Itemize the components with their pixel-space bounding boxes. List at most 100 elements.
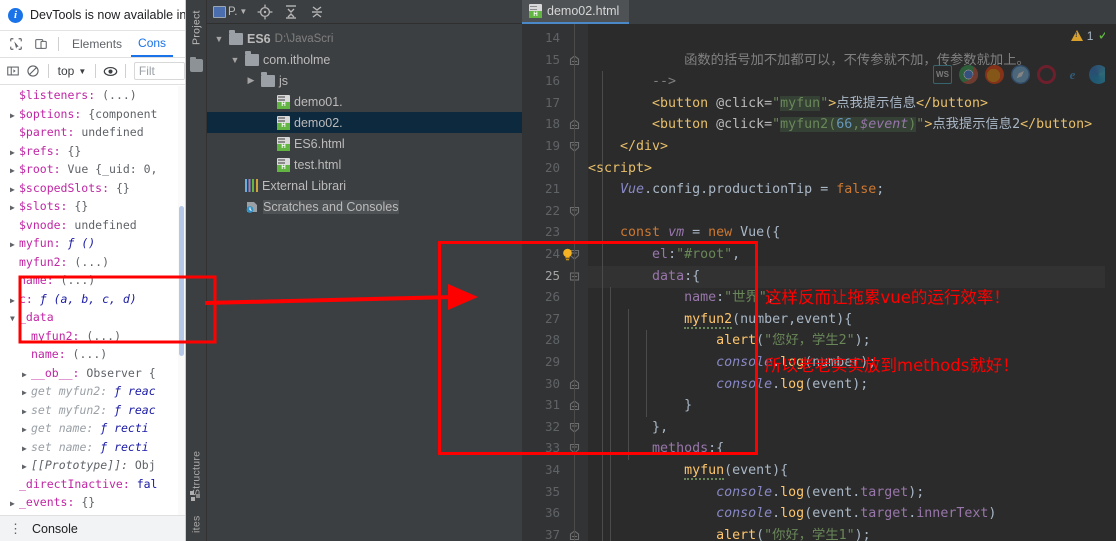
code-line[interactable]: <button @click="myfun2(66,$event)">点我提示信… [588,114,1092,136]
project-tree-node[interactable]: ▼ ES6 D:\JavaScri [207,28,522,49]
project-tree-node[interactable]: demo01. [207,91,522,112]
chevron-right-icon[interactable]: ▶ [245,75,257,86]
code-line[interactable]: methods:{ [588,438,724,460]
code-line[interactable]: </div> [588,136,668,158]
collapsed-arrow-icon[interactable]: ▶ [10,236,19,255]
console-property-row[interactable]: ▶ $root: Vue {_uid: 0, [0,160,185,179]
project-tree-node[interactable]: test.html [207,154,522,175]
project-view-selector[interactable]: P. ▼ [213,5,247,18]
live-expression-icon[interactable] [101,61,120,82]
console-property-row[interactable]: ▶ $options: {component [0,105,185,124]
project-tree-node[interactable]: Scratches and Consoles [207,196,522,217]
code-line[interactable]: } [588,395,692,417]
code-line[interactable]: <script> [588,158,652,180]
project-tree-node[interactable]: demo02. [207,112,522,133]
console-property-row[interactable]: ▶ $refs: {} [0,142,185,161]
html-file-icon [277,115,290,130]
tool-window-project[interactable]: Project [186,2,207,54]
console-property-row[interactable]: ▶ get myfun2: ƒ reac [0,382,185,401]
code-line[interactable]: myfun(event){ [588,460,788,482]
code-line[interactable]: }, [588,417,668,439]
code-line[interactable]: alert("你好，学生1"); [588,525,871,541]
execution-context-selector[interactable]: top ▼ [54,64,91,78]
drawer-tab-console[interactable]: Console [32,522,78,536]
console-property-row[interactable]: ▶ get name: ƒ recti [0,419,185,438]
editor-scrollbar[interactable] [1105,24,1116,541]
chevron-down-icon[interactable]: ▼ [213,34,225,44]
console-property-row[interactable]: ▶name: (...) [0,345,185,364]
code-line[interactable]: console.log(event); [588,374,868,396]
sidebar-toggle-icon[interactable] [4,61,23,82]
code-line[interactable]: --> [588,71,676,93]
console-property-row[interactable]: ▶$parent: undefined [0,123,185,142]
console-scrollbar[interactable] [178,86,185,515]
code-line[interactable]: console.log(event.target); [588,482,924,504]
console-property-row[interactable]: ▶ set name: ƒ recti [0,438,185,457]
intention-bulb-icon[interactable] [560,247,575,262]
tool-window-favorites[interactable]: ites [186,508,207,541]
collapsed-arrow-icon[interactable]: ▶ [10,162,19,181]
structure-icon[interactable] [190,490,203,503]
console-property-value: undefined [74,125,144,139]
console-property-row[interactable]: ▼ _data [0,308,185,327]
tab-console[interactable]: Cons [131,32,174,57]
console-property-row[interactable]: ▶ myfun: ƒ () [0,234,185,253]
console-property-key: set name: [31,439,94,454]
collapsed-arrow-icon[interactable]: ▶ [22,384,31,403]
console-property-row[interactable]: ▶ $slots: {} [0,197,185,216]
console-property-row[interactable]: ▶ c: ƒ (a, b, c, d) [0,290,185,309]
code-line[interactable]: el:"#root", [588,244,740,266]
project-tree-node[interactable]: ▶ js [207,70,522,91]
console-property-row[interactable]: ▶ [[Prototype]]: Obj [0,456,185,475]
console-property-row[interactable]: ▶name: (...) [0,271,185,290]
console-property-row[interactable]: ▶$vnode: undefined [0,216,185,235]
editor-gutter[interactable]: 14 15 16 17 18 19 20 21 22 23 24 25 26 27 28 29 30 31 32 33… [522,24,588,541]
code-line[interactable]: const vm = new Vue({ [588,222,780,244]
console-property-row[interactable]: ▶myfun2: (...) [0,253,185,272]
collapsed-arrow-icon[interactable]: ▶ [22,458,31,477]
code-line[interactable]: myfun2(number,event){ [588,309,852,331]
project-tree-node[interactable]: ▼ com.itholme [207,49,522,70]
line-number: 22 [544,202,560,218]
tab-elements[interactable]: Elements [65,33,129,56]
more-options-icon[interactable]: ⋮ [9,522,22,535]
console-property-key: [[Prototype]]: [31,458,128,472]
console-property-value: {component [81,106,158,121]
expanded-arrow-icon[interactable]: ▼ [10,310,19,329]
console-property-row[interactable]: ▶ _events: {} [0,493,185,512]
collapsed-arrow-icon[interactable]: ▶ [22,421,31,440]
editor-tab-demo02[interactable]: demo02.html [522,0,630,24]
collapsed-arrow-icon[interactable]: ▶ [10,199,19,218]
collapsed-arrow-icon[interactable]: ▶ [10,495,19,514]
locate-icon[interactable] [257,4,273,20]
clear-console-icon[interactable] [24,61,43,82]
console-property-value: ƒ recti [93,421,149,435]
console-property-row[interactable]: ▶ __ob__: Observer { [0,364,185,383]
code-line[interactable]: name:"世界", [588,287,775,309]
code-line[interactable]: alert("您好，学生2"); [588,330,871,352]
device-toolbar-icon[interactable] [29,34,52,55]
project-tree-node[interactable]: ES6.html [207,133,522,154]
project-tree[interactable]: ▼ ES6 D:\JavaScri ▼ com.itholme ▶ js demo01. de… [207,24,522,217]
code-line[interactable]: data:{ [588,266,700,288]
chevron-down-icon[interactable]: ▼ [229,55,241,65]
console-property-row[interactable]: ▶$listeners: (...) [0,86,185,105]
console-property-key: $scopedSlots: [19,180,110,195]
expand-all-icon[interactable] [309,4,325,20]
console-scrollbar-thumb[interactable] [179,206,184,356]
code-content[interactable]: 函数的括号加不加都可以，不传参就不加，传参数就加上。 --> <button @… [588,24,1116,541]
console-property-row[interactable]: ▶myfun2: (...) [0,327,185,346]
project-tree-node[interactable]: External Librari [207,175,522,196]
console-property-row[interactable]: ▶_directInactive: fal [0,475,185,494]
code-line[interactable]: Vue.config.productionTip = false; [588,179,884,201]
console-property-row[interactable]: ▶ $scopedSlots: {} [0,179,185,198]
inspect-icon[interactable] [4,34,27,55]
filter-input[interactable]: Filt [133,62,185,80]
console-property-row[interactable]: ▶ set myfun2: ƒ reac [0,401,185,420]
project-folder-icon[interactable] [190,57,203,72]
collapse-all-icon[interactable] [283,4,299,20]
code-line[interactable]: console.log(event.target.innerText) [588,503,996,525]
code-line[interactable]: <button @click="myfun">点我提示信息</button> [588,93,988,115]
code-line[interactable]: 函数的括号加不加都可以，不传参就不加，传参数就加上。 [588,50,1030,72]
console-output[interactable]: ▶$listeners: (...)▶$options: {component▶… [0,86,185,515]
